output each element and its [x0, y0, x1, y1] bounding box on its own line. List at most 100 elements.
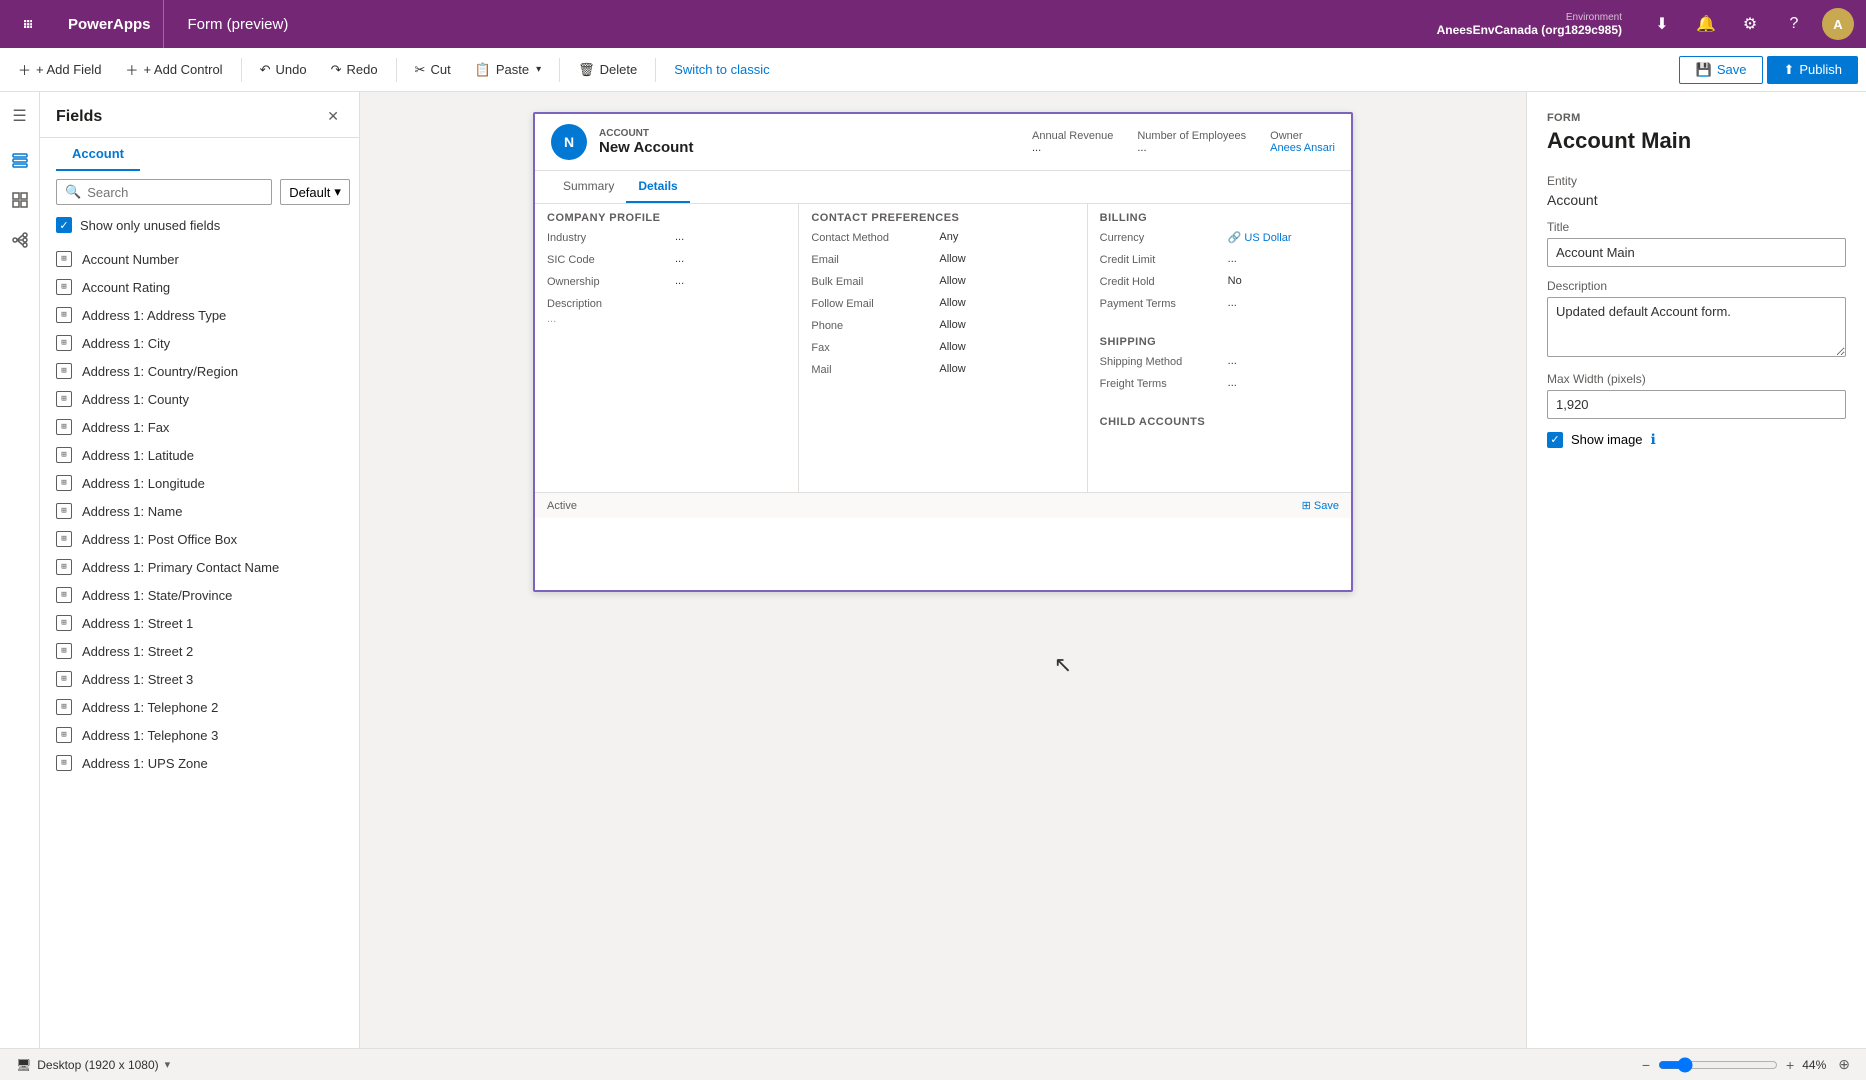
industry-row: Industry ... [535, 228, 798, 250]
field-item[interactable]: ⊞ Address 1: State/Province [40, 581, 359, 609]
follow-email-row: Follow Email Allow [799, 294, 1086, 316]
paste-button[interactable]: 📋 Paste ▾ [465, 57, 551, 83]
app-grid-icon[interactable] [12, 8, 44, 40]
user-avatar[interactable]: A [1822, 8, 1854, 40]
show-image-checkbox[interactable]: ✓ [1547, 432, 1563, 448]
publish-button[interactable]: ⬆ Publish [1767, 56, 1858, 84]
settings-icon[interactable]: ⚙ [1734, 8, 1766, 40]
undo-button[interactable]: ↶ Undo [250, 57, 317, 83]
notification-icon[interactable]: 🔔 [1690, 8, 1722, 40]
field-type-icon: ⊞ [56, 559, 72, 575]
search-input[interactable] [87, 185, 263, 200]
zoom-out-button[interactable]: − [1642, 1057, 1650, 1073]
bottom-bar: 🖥 Desktop (1920 x 1080) ▾ − + 44% ⊕ [0, 1048, 1866, 1080]
field-type-icon: ⊞ [56, 671, 72, 687]
field-item[interactable]: ⊞ Address 1: Fax [40, 413, 359, 441]
form-body: COMPANY PROFILE Industry ... SIC Code ..… [535, 204, 1351, 492]
contact-preferences-section: CONTACT PREFERENCES Contact Method Any E… [799, 204, 1087, 492]
help-icon[interactable]: ? [1778, 8, 1810, 40]
right-panel-form-title: Account Main [1547, 128, 1846, 154]
field-item[interactable]: ⊞ Address 1: UPS Zone [40, 749, 359, 777]
form-save-link[interactable]: ⊞ Save [1302, 499, 1339, 512]
field-item[interactable]: ⊞ Address 1: Longitude [40, 469, 359, 497]
field-item-label: Address 1: City [82, 336, 170, 351]
nav-tree-icon[interactable] [4, 224, 36, 256]
max-width-input[interactable] [1547, 390, 1846, 419]
field-item-label: Address 1: Street 1 [82, 616, 193, 631]
billing-shipping-section: BILLING Currency 🔗 US Dollar Credit Limi… [1088, 204, 1351, 492]
form-account-name: New Account [599, 139, 1020, 156]
entity-tab[interactable]: Account [56, 138, 140, 171]
field-item[interactable]: ⊞ Address 1: Street 1 [40, 609, 359, 637]
show-image-label: Show image [1571, 432, 1643, 447]
show-unused-label: Show only unused fields [80, 218, 220, 233]
field-item[interactable]: ⊞ Address 1: Address Type [40, 301, 359, 329]
show-image-row: ✓ Show image ℹ [1547, 431, 1846, 448]
field-item-label: Address 1: County [82, 392, 189, 407]
form-preview-title: Form (preview) [176, 0, 301, 48]
env-label: Environment [1437, 12, 1622, 23]
paste-dropdown-icon[interactable]: ▾ [536, 64, 541, 75]
filter-dropdown-button[interactable]: Default ▾ [280, 179, 350, 205]
field-item[interactable]: ⊞ Address 1: Primary Contact Name [40, 553, 359, 581]
freight-terms-row: Freight Terms ... [1088, 374, 1351, 396]
field-item[interactable]: ⊞ Address 1: Street 2 [40, 637, 359, 665]
zoom-fit-icon[interactable]: ⊕ [1838, 1056, 1850, 1073]
annual-revenue-field: Annual Revenue ... [1032, 130, 1113, 154]
field-item[interactable]: ⊞ Address 1: Telephone 2 [40, 693, 359, 721]
redo-button[interactable]: ↷ Redo [321, 57, 388, 83]
field-item-label: Address 1: Telephone 2 [82, 700, 218, 715]
tab-summary[interactable]: Summary [551, 171, 626, 203]
field-item[interactable]: ⊞ Address 1: Latitude [40, 441, 359, 469]
field-type-icon: ⊞ [56, 475, 72, 491]
field-item-label: Account Rating [82, 280, 170, 295]
add-field-button[interactable]: ＋ + Add Field [8, 55, 111, 84]
zoom-in-button[interactable]: + [1786, 1057, 1794, 1073]
delete-button[interactable]: 🗑 Delete [568, 57, 647, 83]
fields-panel-close-button[interactable]: ✕ [323, 104, 343, 129]
field-item[interactable]: ⊞ Address 1: Telephone 3 [40, 721, 359, 749]
field-item[interactable]: ⊞ Address 1: City [40, 329, 359, 357]
right-panel-section-label: Form [1547, 112, 1846, 124]
save-button[interactable]: 💾 Save [1679, 56, 1764, 84]
zoom-level-label: 44% [1802, 1058, 1826, 1072]
add-control-button[interactable]: ＋ + Add Control [115, 55, 232, 84]
download-icon[interactable]: ⬇ [1646, 8, 1678, 40]
title-input[interactable] [1547, 238, 1846, 267]
zoom-slider[interactable] [1658, 1057, 1778, 1073]
field-item[interactable]: ⊞ Address 1: County [40, 385, 359, 413]
field-type-icon: ⊞ [56, 587, 72, 603]
info-icon[interactable]: ℹ [1651, 431, 1656, 448]
mail-row: Mail Allow [799, 360, 1086, 382]
main-layout: ☰ Fields ✕ Account [0, 92, 1866, 1080]
fields-search-row: 🔍 Default ▾ [40, 171, 359, 213]
nav-components-icon[interactable] [4, 184, 36, 216]
tab-details[interactable]: Details [626, 171, 689, 203]
field-item[interactable]: ⊞ Address 1: Country/Region [40, 357, 359, 385]
nav-fields-icon[interactable] [4, 144, 36, 176]
publish-icon: ⬆ [1783, 62, 1794, 78]
field-type-icon: ⊞ [56, 251, 72, 267]
form-status: Active [547, 500, 577, 512]
nav-menu-icon[interactable]: ☰ [4, 100, 36, 132]
field-item-label: Address 1: Fax [82, 420, 169, 435]
form-account-label: ACCOUNT [599, 128, 1020, 139]
field-item[interactable]: ⊞ Address 1: Post Office Box [40, 525, 359, 553]
credit-limit-row: Credit Limit ... [1088, 250, 1351, 272]
field-item[interactable]: ⊞ Account Number [40, 245, 359, 273]
field-item[interactable]: ⊞ Address 1: Street 3 [40, 665, 359, 693]
billing-header: BILLING [1088, 204, 1351, 228]
show-unused-checkbox[interactable]: ✓ [56, 217, 72, 233]
field-item-label: Address 1: UPS Zone [82, 756, 208, 771]
title-field-label: Title [1547, 220, 1846, 234]
device-selector[interactable]: 🖥 Desktop (1920 x 1080) ▾ [16, 1058, 170, 1072]
filter-label: Default [289, 185, 330, 200]
fields-search-container: 🔍 [56, 179, 272, 205]
email-row: Email Allow [799, 250, 1086, 272]
cut-button[interactable]: ✂ Cut [405, 57, 461, 83]
switch-classic-button[interactable]: Switch to classic [664, 57, 779, 82]
description-textarea[interactable]: Updated default Account form. [1547, 297, 1846, 357]
canvas-area[interactable]: N ACCOUNT New Account Annual Revenue ...… [360, 92, 1526, 1080]
field-item[interactable]: ⊞ Account Rating [40, 273, 359, 301]
field-item[interactable]: ⊞ Address 1: Name [40, 497, 359, 525]
